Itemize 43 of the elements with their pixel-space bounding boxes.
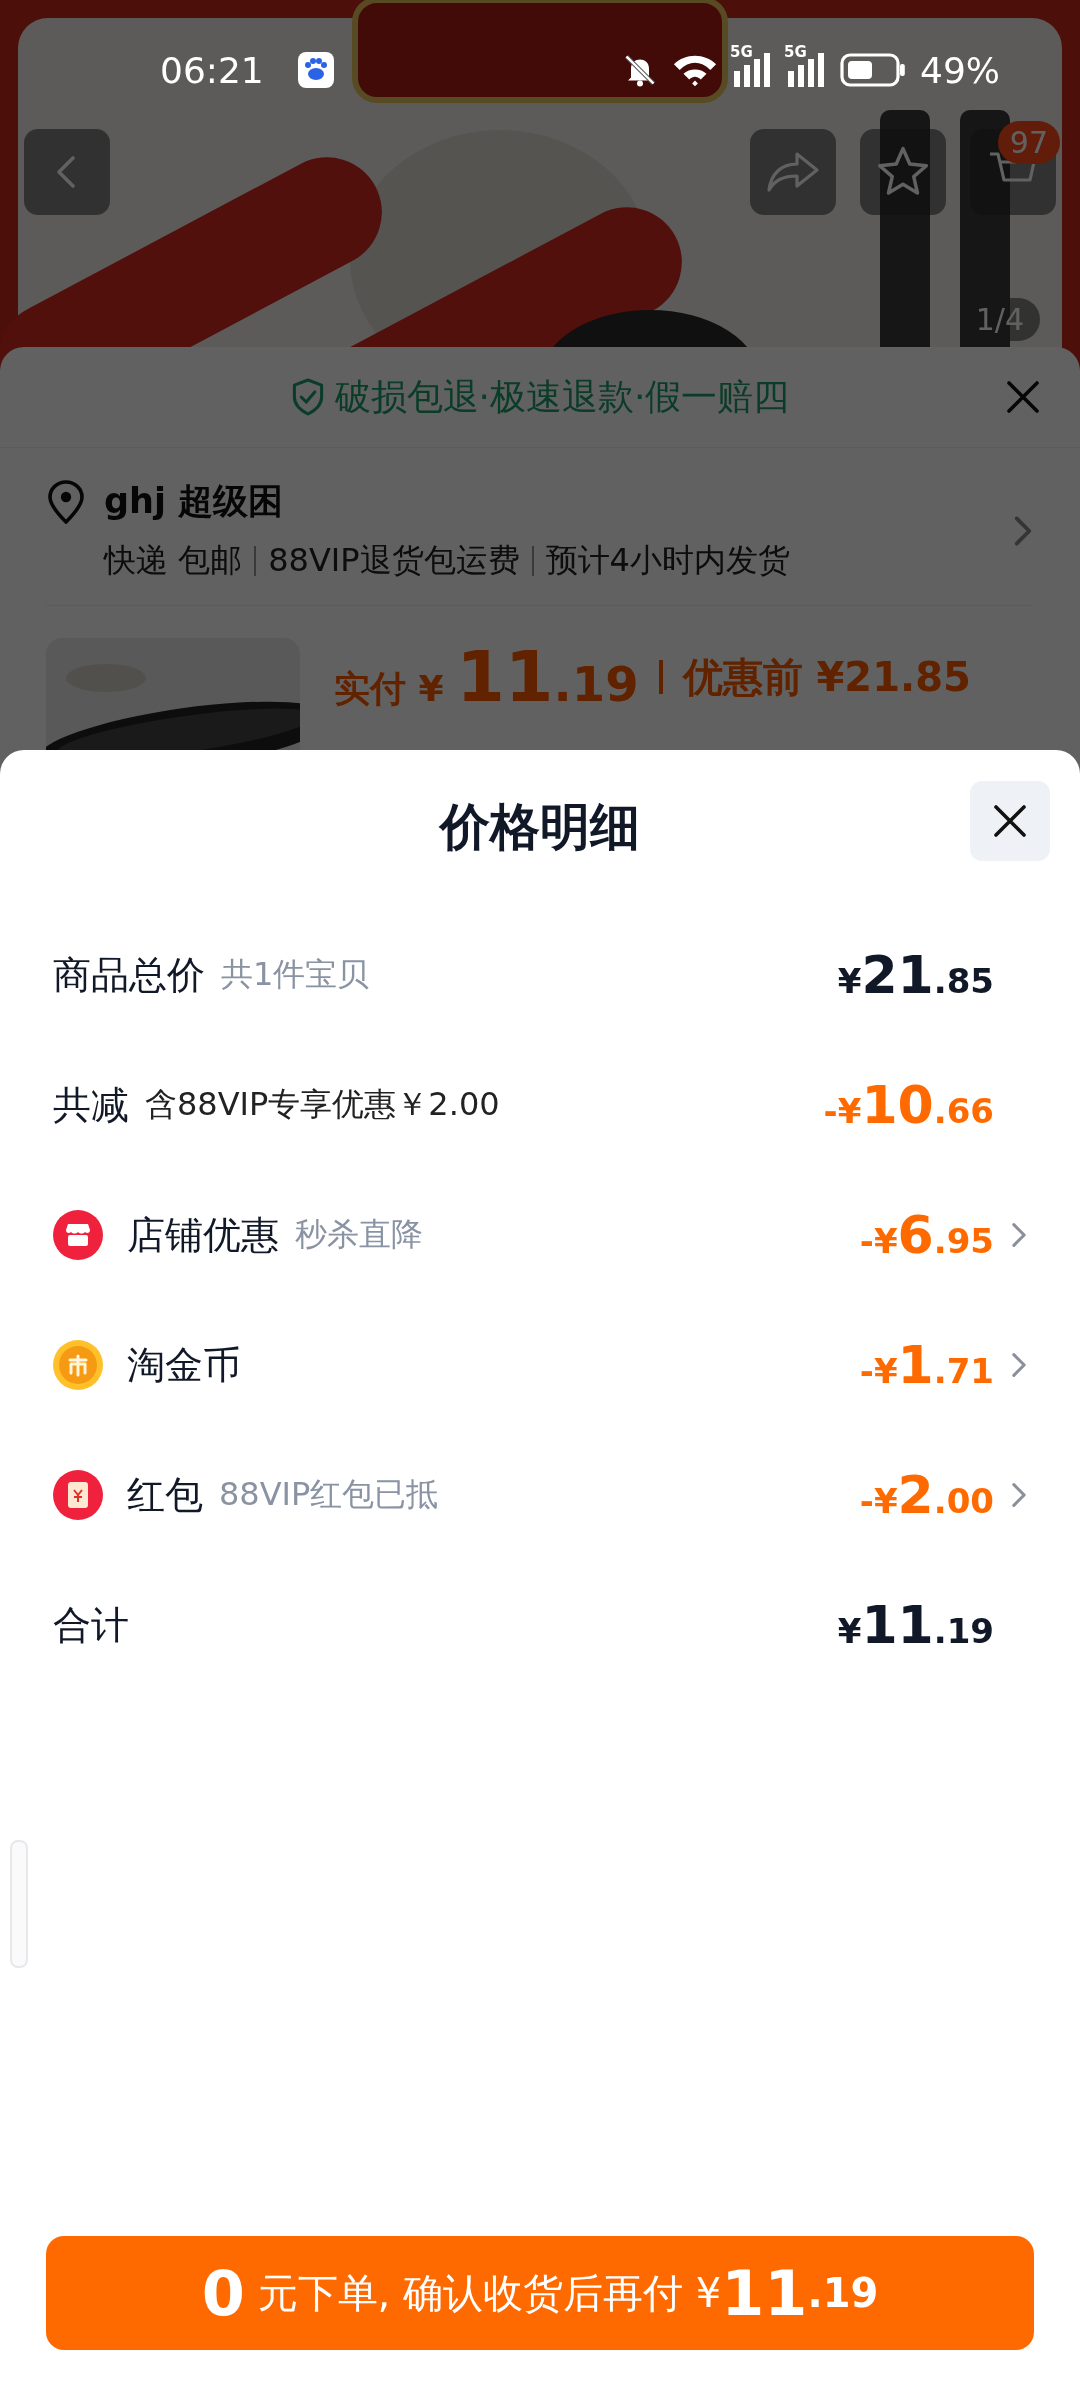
amount: ¥21.85 <box>837 945 994 1005</box>
chevron-right-icon[interactable] <box>1010 1220 1028 1250</box>
discount-amount[interactable]: -¥1.71 <box>859 1335 994 1395</box>
shield-icon <box>290 378 325 416</box>
row-label: 淘金币 <box>127 1341 241 1389</box>
share-icon <box>765 150 821 194</box>
network-label: 5G <box>730 43 753 61</box>
delivery-info: 88VIP退货包运费 <box>268 540 520 581</box>
mute-icon <box>622 52 658 88</box>
battery-percent: 49% <box>920 49 1000 91</box>
discount-amount: -¥10.66 <box>823 1075 994 1135</box>
close-button[interactable] <box>970 781 1050 861</box>
row-note: 88VIP红包已抵 <box>219 1474 439 1515</box>
paid-price: 实付 ¥ 11.19 <box>334 636 639 718</box>
guarantee-text: 破损包退·极速退款·假一赔四 <box>334 374 790 419</box>
row-note: 秒杀直降 <box>295 1214 423 1255</box>
delivery-info: 预计4小时内发货 <box>545 540 790 581</box>
chevron-right-icon[interactable] <box>1010 1480 1028 1510</box>
dialog-title: 价格明细 <box>440 796 640 858</box>
row-label: 商品总价 <box>53 951 205 999</box>
row-label: 合计 <box>53 1601 129 1649</box>
chevron-right-icon[interactable] <box>1010 1350 1028 1380</box>
original-price: 优惠前 ¥21.85 <box>682 652 971 702</box>
network-label: 5G <box>784 43 807 61</box>
coin-icon <box>53 1340 103 1390</box>
shop-icon <box>53 1210 103 1260</box>
delivery-info: 快递 包邮 <box>104 540 243 581</box>
battery-icon <box>840 53 906 87</box>
row-label: 店铺优惠 <box>127 1211 279 1259</box>
row-label: 共减 <box>53 1081 129 1129</box>
location-pin-icon <box>46 480 86 524</box>
envelope-icon <box>53 1470 103 1520</box>
clock: 06:21 <box>160 49 264 91</box>
close-icon <box>993 804 1027 838</box>
amount: ¥11.19 <box>837 1595 994 1655</box>
row-label: 红包 <box>127 1471 203 1519</box>
discount-amount[interactable]: -¥6.95 <box>859 1205 994 1265</box>
discount-amount[interactable]: -¥2.00 <box>859 1465 994 1525</box>
row-note: 含88VIP专享优惠￥2.00 <box>145 1084 500 1125</box>
app-icon <box>297 52 334 88</box>
row-note: 共1件宝贝 <box>221 954 370 995</box>
recipient-name: ghj 超级困 <box>104 480 285 523</box>
close-icon <box>1006 380 1040 414</box>
